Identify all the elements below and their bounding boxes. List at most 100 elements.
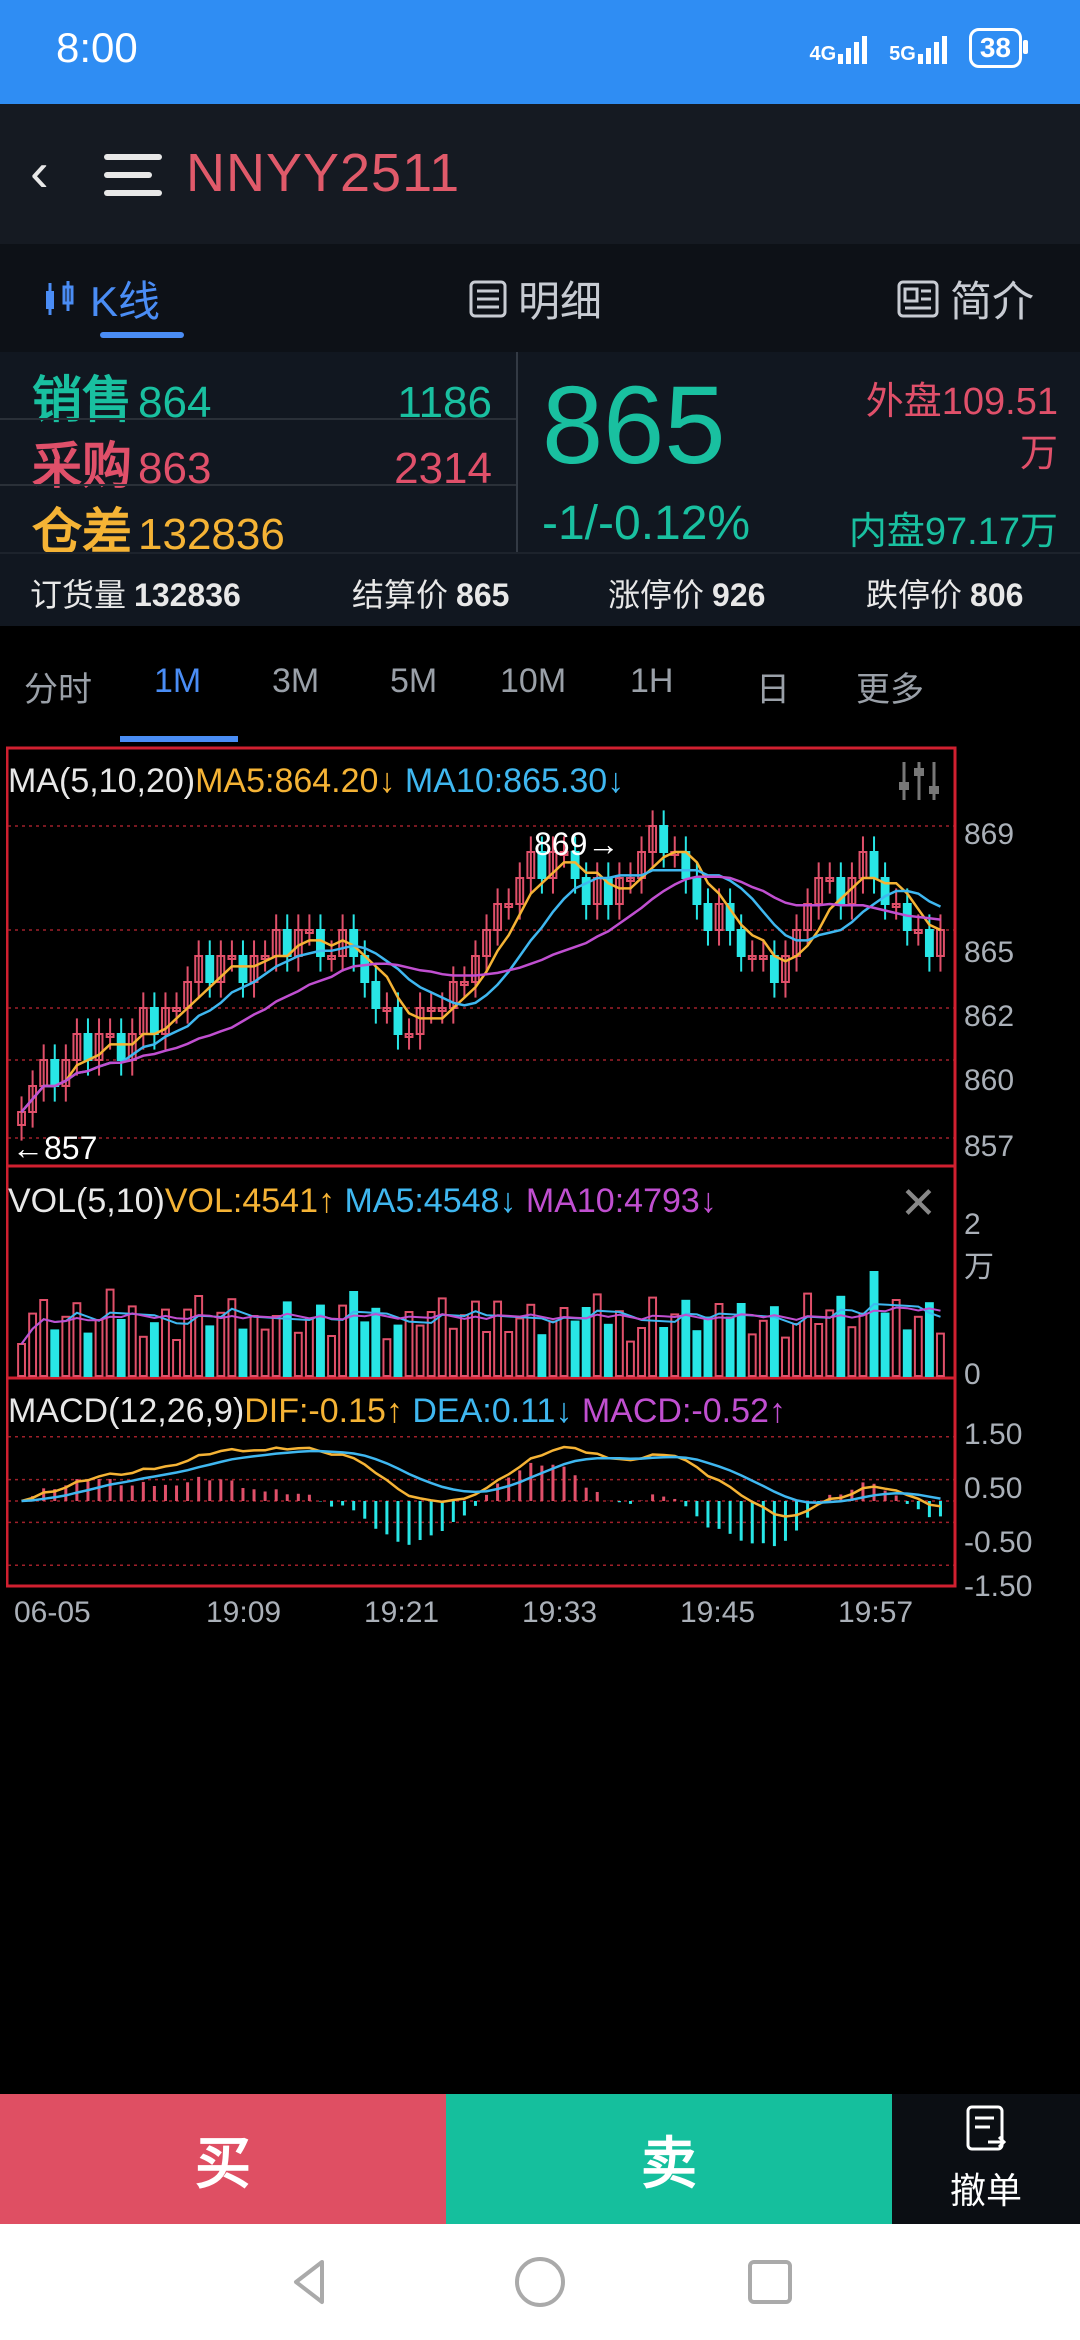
vol-ma5-line [20,1302,941,1345]
volume-bar [349,1291,359,1377]
volume-bar [725,1316,735,1377]
volume-bar [637,1327,646,1377]
volume-bar [149,1322,159,1378]
price-tick: 857 [964,1130,1015,1163]
back-icon[interactable]: ‹ [30,144,49,200]
cancel-order-button[interactable]: 撤单 [892,2094,1080,2224]
sell-button[interactable]: 卖 [446,2094,892,2224]
period-1m[interactable]: 1M [154,662,201,701]
vol-tick: 2万 [964,1208,994,1284]
candle-body [149,1007,159,1035]
volume-bar [127,1305,137,1378]
vol-ma10-value: MA10:4793↓ [525,1182,717,1220]
buy-volume: 2314 [394,444,492,493]
nav-home-icon[interactable] [512,2254,568,2310]
divider [0,418,516,420]
period-day[interactable]: 日 [756,662,790,711]
buy-button[interactable]: 买 [0,2094,446,2224]
period-more[interactable]: 更多 [856,662,924,711]
system-nav-bar [0,2224,1080,2340]
volume-bar [659,1327,669,1377]
vol-tick: 0 [964,1358,981,1391]
candle-body [924,929,934,957]
info-limit-up: 涨停价 926 [608,577,766,613]
macd-tick: 0.50 [964,1472,1023,1505]
volume-bar [493,1300,503,1377]
macd-legend: MACD(12,26,9)DIF:-0.15↑ DEA:0.11↓ MACD:-… [8,1392,786,1431]
volume-bar [238,1328,248,1377]
buy-row: 采购 863 2314 [32,426,492,498]
volume-bar [891,1299,901,1377]
info-limit-down: 跌停价 806 [866,577,1024,613]
volume-bar [758,1319,768,1377]
volume-bar [504,1331,514,1377]
sell-price: 864 [138,378,212,427]
volume-bar [448,1327,458,1377]
period-10m[interactable]: 10M [500,662,566,701]
cancel-order-label: 撤单 [949,2170,1022,2211]
nav-recents-icon[interactable] [742,2254,798,2310]
price-change: -1/-0.12% [542,497,751,550]
time-tick: 06-05 [14,1596,91,1629]
ma5-value: MA5:864.20↓ [195,762,396,800]
volume-bar [249,1315,259,1377]
volume-bar [437,1297,447,1378]
price-pane-frame [6,746,957,1168]
volume-bar [271,1315,281,1377]
inner-volume: 内盘97.17万 [848,511,1058,553]
tab-detail[interactable]: 明细 [468,268,602,329]
dif-value: DIF:-0.15↑ [244,1392,403,1430]
candle-body [116,1033,126,1061]
high-annotation: 869→ [534,826,620,862]
tab-intro-label: 简介 [950,278,1035,325]
cancel-order-icon [966,2105,1007,2151]
period-1h[interactable]: 1H [630,662,673,701]
volume-bar [205,1325,215,1378]
info-settlement: 结算价 865 [352,577,510,613]
outer-volume-label: 外盘109.51 [865,381,1058,423]
volume-bar [138,1335,148,1377]
volume-bar [293,1331,303,1377]
tab-detail-label: 明细 [518,278,603,325]
volume-bar [304,1318,314,1378]
dea-value: DEA:0.11↓ [412,1392,573,1430]
ma20-line [20,875,941,1113]
signal-5g-icon: 5G [889,32,947,64]
period-5m[interactable]: 5M [390,662,437,701]
price-tick: 869 [964,818,1015,851]
period-3m[interactable]: 3M [272,662,319,701]
volume-bar [105,1288,115,1377]
nav-back-icon[interactable] [282,2254,338,2310]
info-row: 订货量 132836 结算价 865 涨停价 926 跌停价 806 [0,552,1080,628]
volume-bar [603,1323,613,1377]
info-open-interest: 订货量 132836 [30,577,241,613]
close-icon[interactable]: ✕ [900,1182,937,1226]
menu-icon[interactable] [104,154,162,198]
candle-body [205,955,215,983]
signal-4g-icon: 4G [809,32,868,64]
period-timeshare[interactable]: 分时 [24,662,92,711]
tab-kline-label: K线 [90,278,161,325]
volume-bar [50,1329,60,1378]
status-time: 8:00 [56,24,138,71]
ma-legend: MA(5,10,20)MA5:864.20↓ MA10:865.30↓ [8,762,624,801]
volume-bar [803,1292,813,1377]
time-tick: 19:33 [522,1596,598,1629]
volume-bar [747,1333,757,1378]
settings-sliders-icon[interactable] [896,758,942,809]
volume-bar [781,1336,790,1377]
tab-active-indicator [100,332,184,338]
status-icons: 4G 5G 38 [809,28,1029,68]
candle-body [238,955,248,983]
tab-intro[interactable]: 简介 [896,268,1034,329]
tab-kline[interactable]: K线 [40,268,160,329]
battery-icon: 38 [968,28,1029,68]
volume-bar [792,1323,801,1377]
volume-bar [902,1329,912,1378]
dea-line [21,1449,941,1504]
kline-chart[interactable]: MA(5,10,20)MA5:864.20↓ MA10:865.30↓ 869→… [6,746,1032,2002]
outer-volume: 外盘109.51 万 [866,376,1058,480]
candle-body [736,929,746,957]
candle-body [769,955,779,983]
price-tick: 862 [964,1000,1015,1033]
